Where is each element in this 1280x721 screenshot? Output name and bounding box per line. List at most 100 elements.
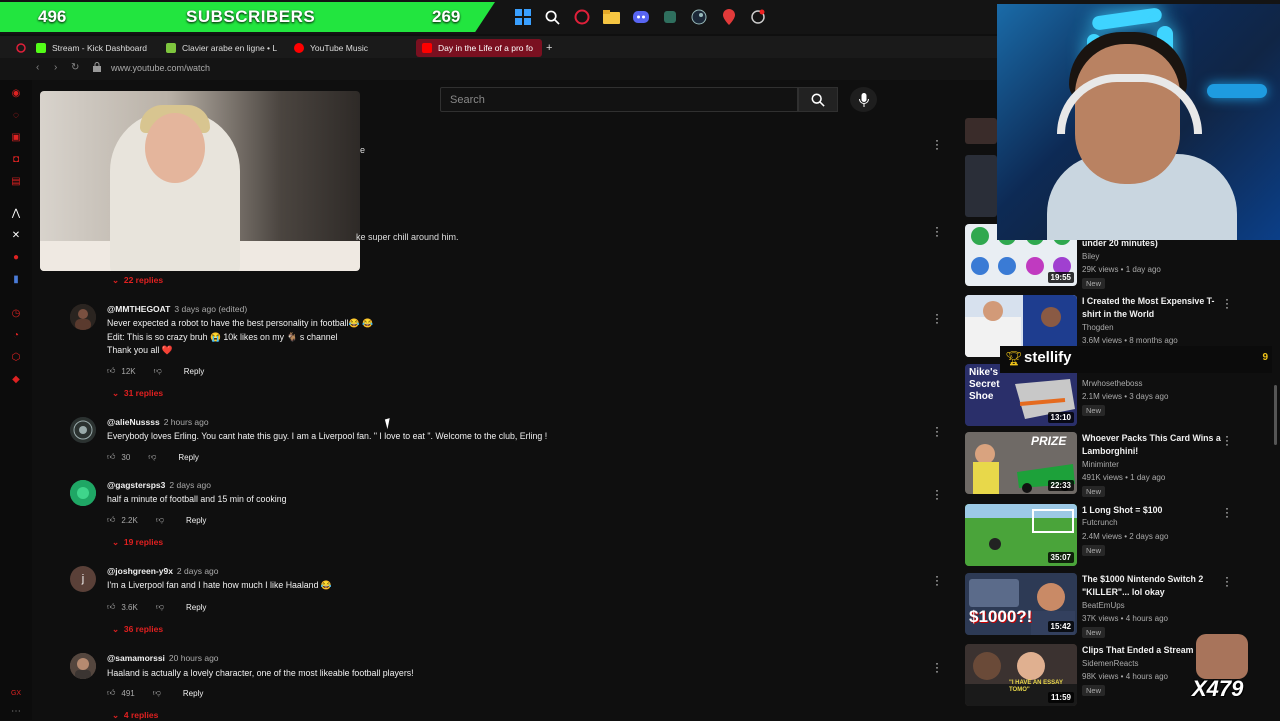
comment-menu-icon[interactable]: · · · (934, 484, 940, 504)
video-title[interactable]: The $1000 Nintendo Switch 2 "KILLER"... … (1082, 573, 1232, 599)
forward-icon[interactable]: › (54, 62, 57, 73)
steam-icon[interactable] (688, 6, 710, 28)
ai-icon[interactable]: ⋀ (10, 208, 22, 220)
reply-button[interactable]: Reply (184, 367, 204, 376)
voice-search-button[interactable] (850, 87, 877, 112)
comment-menu-icon[interactable]: · · · (934, 308, 940, 328)
gx-logo-icon[interactable]: GX (10, 688, 22, 700)
comment-author[interactable]: @MMTHEGOAT (107, 304, 170, 314)
bookmark-icon[interactable]: ▮ (10, 274, 22, 286)
comment-author[interactable]: @gagstersps3 (107, 480, 165, 490)
comment-author[interactable]: @alieNussss (107, 417, 160, 427)
video-menu-icon[interactable]: · · · (1225, 430, 1229, 450)
view-replies-button[interactable]: ⌄ 19 replies (112, 537, 163, 548)
comment-menu-icon[interactable]: · · · (934, 421, 940, 441)
video-menu-icon[interactable]: · · · (1225, 571, 1229, 591)
video-title[interactable]: Whoever Packs This Card Wins a Lamborghi… (1082, 432, 1232, 458)
avatar[interactable]: j (70, 566, 96, 592)
url-text[interactable]: www.youtube.com/watch (111, 63, 210, 73)
video-channel[interactable]: Miniminter (1082, 460, 1119, 469)
comment-time[interactable]: 2 days ago (169, 480, 211, 490)
video-channel[interactable]: Futcrunch (1082, 518, 1118, 527)
video-channel[interactable]: SidemenReacts (1082, 659, 1138, 668)
like-icon[interactable]: 👍︎ (107, 452, 115, 462)
recommended-video[interactable]: Nike's Secret Shoe 13:10 Mrwhosetheboss … (965, 364, 1265, 428)
dislike-icon[interactable]: 👎︎ (148, 452, 156, 462)
comment-time[interactable]: 2 hours ago (164, 417, 209, 427)
dislike-icon[interactable]: 👎︎ (156, 515, 164, 525)
avatar[interactable] (70, 304, 96, 330)
video-thumbnail[interactable]: 35:07 (965, 504, 1077, 566)
video-channel[interactable]: Mrwhosetheboss (1082, 379, 1142, 388)
comment-author[interactable]: @samamorssi (107, 653, 165, 663)
discord-icon[interactable] (630, 6, 652, 28)
like-icon[interactable]: 👍︎ (107, 515, 115, 525)
discord-sidebar-icon[interactable]: ◘ (10, 154, 22, 166)
extensions-icon[interactable]: ◆ (10, 374, 22, 386)
video-channel[interactable]: BeatEmUps (1082, 601, 1125, 610)
comment-time[interactable]: 3 days ago (edited) (174, 304, 247, 314)
comment-menu-icon[interactable]: · · · (934, 657, 940, 677)
recording-icon[interactable] (747, 6, 769, 28)
video-thumbnail[interactable]: "I HAVE AN ESSAY TOMO" 11:59 (965, 644, 1077, 706)
video-channel[interactable]: Thogden (1082, 323, 1114, 332)
comment-menu-icon[interactable]: · · · (934, 570, 940, 590)
comment-time[interactable]: 2 days ago (177, 566, 219, 576)
opera-menu-icon[interactable] (16, 39, 26, 57)
tab-clavier-arabe[interactable]: Clavier arabe en ligne • L (166, 39, 278, 57)
windows-start-icon[interactable] (512, 6, 534, 28)
view-replies-button[interactable]: ⌄ 4 replies (112, 710, 158, 721)
more-icon[interactable]: ⋯ (10, 706, 22, 718)
video-menu-icon[interactable]: · · · (1225, 502, 1229, 522)
comment-time[interactable]: 20 hours ago (169, 653, 219, 663)
mini-player-video[interactable] (40, 91, 360, 271)
like-icon[interactable]: 👍︎ (107, 602, 115, 612)
avatar[interactable] (70, 417, 96, 443)
reload-icon[interactable]: ↻ (71, 62, 79, 73)
like-icon[interactable]: 👍︎ (107, 366, 115, 376)
comment-menu-icon[interactable]: · · · (934, 134, 940, 154)
video-channel[interactable]: Biley (1082, 252, 1099, 261)
search-taskbar-icon[interactable] (541, 6, 563, 28)
view-replies-button[interactable]: ⌄ 22 replies (112, 275, 163, 286)
clock-icon[interactable]: ◔ (10, 330, 22, 342)
reply-button[interactable]: Reply (186, 603, 206, 612)
comment-menu-icon[interactable]: · · · (934, 221, 940, 241)
avatar[interactable] (70, 653, 96, 679)
dislike-icon[interactable]: 👎︎ (154, 366, 162, 376)
recommended-video[interactable]: $1000?! 15:42 The $1000 Nintendo Switch … (965, 571, 1265, 638)
history-icon[interactable]: ◷ (10, 308, 22, 320)
reply-button[interactable]: Reply (178, 453, 198, 462)
recommended-thumbnail-partial[interactable] (965, 155, 997, 217)
search-input[interactable]: Search (440, 87, 798, 112)
reply-button[interactable]: Reply (183, 689, 203, 698)
video-title[interactable]: 1 Long Shot = $100 (1082, 504, 1232, 517)
x-icon[interactable]: ✕ (10, 230, 22, 242)
video-title[interactable]: I Created the Most Expensive T-shirt in … (1082, 295, 1232, 321)
comment-author[interactable]: @joshgreen-y9x (107, 566, 173, 576)
recommended-thumbnail-partial[interactable] (965, 118, 997, 144)
video-thumbnail[interactable]: Nike's Secret Shoe 13:10 (965, 364, 1077, 426)
view-replies-button[interactable]: ⌄ 31 replies (112, 388, 163, 399)
music-icon[interactable]: ● (10, 252, 22, 264)
reply-button[interactable]: Reply (186, 516, 206, 525)
back-icon[interactable]: ‹ (36, 62, 39, 73)
messenger-icon[interactable]: ▤ (10, 176, 22, 188)
gx-control-icon[interactable]: ◉ (10, 88, 22, 100)
video-menu-icon[interactable]: · · · (1225, 293, 1229, 313)
tab-youtube-music[interactable]: YouTube Music (294, 39, 404, 57)
avatar[interactable] (70, 480, 96, 506)
location-pin-icon[interactable] (718, 6, 740, 28)
recommended-video[interactable]: PRIZE 22:33 Whoever Packs This Card Wins… (965, 430, 1265, 497)
twitch-icon[interactable]: ▣ (10, 132, 22, 144)
tab-kick-dashboard[interactable]: Stream - Kick Dashboard (36, 39, 156, 57)
app-icon[interactable] (659, 6, 681, 28)
recommended-video[interactable]: 35:07 1 Long Shot = $100 Futcrunch 2.4M … (965, 502, 1265, 568)
video-thumbnail[interactable]: PRIZE 22:33 (965, 432, 1077, 494)
search-button[interactable] (798, 87, 838, 112)
opera-gx-icon[interactable] (571, 6, 593, 28)
speed-dial-icon[interactable]: ⬡ (10, 352, 22, 364)
view-replies-button[interactable]: ⌄ 36 replies (112, 624, 163, 635)
dislike-icon[interactable]: 👎︎ (153, 688, 161, 698)
video-thumbnail[interactable]: $1000?! 15:42 (965, 573, 1077, 635)
